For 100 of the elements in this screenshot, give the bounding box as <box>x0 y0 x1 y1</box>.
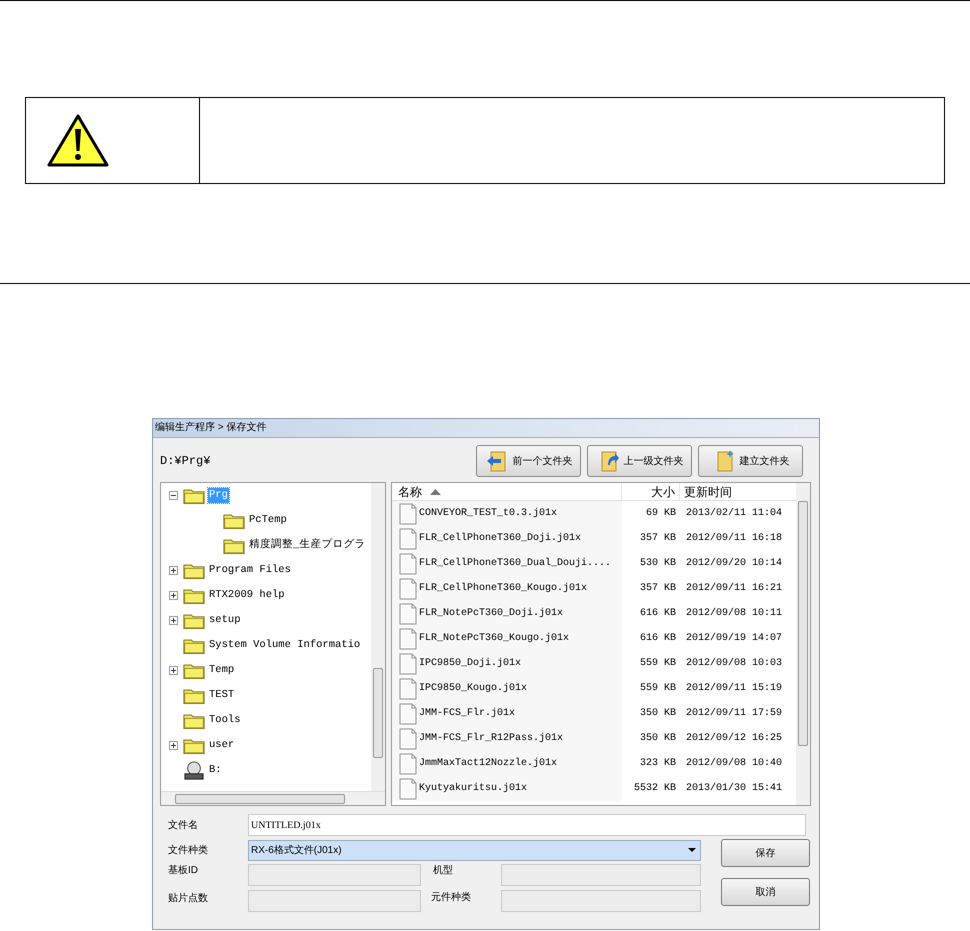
file-icon <box>399 578 417 600</box>
expand-toggle[interactable] <box>169 666 178 675</box>
vertical-scrollbar[interactable] <box>371 483 385 791</box>
file-name: JMM-FCS_Flr.j01x <box>419 706 516 721</box>
folder-icon <box>183 636 205 654</box>
file-icon <box>399 628 417 650</box>
file-name: FLR_NotePcT360_Kougo.j01x <box>419 632 570 646</box>
column-header[interactable]: 更新时间 <box>680 483 732 500</box>
column-header[interactable]: 名称 <box>392 483 622 500</box>
file-size: 5532 KB <box>632 782 677 796</box>
file-icon <box>399 652 417 674</box>
tree-item[interactable]: Temp <box>208 663 236 678</box>
component-type-field[interactable] <box>501 890 701 912</box>
save-button[interactable]: 保存 <box>721 839 810 867</box>
file-modified: 2013/02/11 11:04 <box>685 506 782 521</box>
file-modified: 2012/09/08 10:11 <box>685 606 782 621</box>
folder-icon <box>223 536 245 554</box>
vertical-scrollbar[interactable] <box>796 483 810 805</box>
folder-icon <box>223 512 245 530</box>
dropdown-arrow-icon <box>688 848 696 852</box>
file-type-dropdown[interactable]: RX-6格式文件(J01x) <box>248 840 701 860</box>
file-icon <box>399 502 417 524</box>
folder-icon <box>183 486 205 504</box>
file-name: CONVEYOR_TEST_t0.3.j01x <box>419 506 558 521</box>
field-label: 贴片点数 <box>167 892 209 906</box>
folder-icon <box>183 736 205 754</box>
file-icon <box>399 728 417 750</box>
file-modified: 2012/09/11 15:19 <box>685 682 782 696</box>
folder-icon <box>183 586 205 604</box>
file-modified: 2012/09/19 14:07 <box>685 632 782 646</box>
file-name: IPC9850_Doji.j01x <box>419 656 522 671</box>
file-size: 559 KB <box>638 657 677 671</box>
file-size: 559 KB <box>638 682 677 696</box>
tree-item[interactable]: Tools <box>208 713 242 728</box>
tree-item[interactable]: PcTemp <box>248 513 288 528</box>
file-name: FLR_CellPhoneT360_Doji.j01x <box>419 532 582 546</box>
file-name-field[interactable]: UNTITLED.j01x <box>248 814 806 836</box>
file-modified: 2012/09/11 16:21 <box>685 582 782 596</box>
sort-ascending-icon <box>430 488 441 494</box>
file-size: 350 KB <box>638 732 677 746</box>
tree-item[interactable]: 精度調整_生産プログラ <box>248 538 366 553</box>
file-name: JmmMaxTact12Nozzle.j01x <box>419 756 558 771</box>
window-title: 编辑生产程序 > 保存文件 <box>153 419 819 437</box>
cancel-button[interactable]: 取消 <box>721 878 810 906</box>
file-size: 530 KB <box>638 557 677 571</box>
expand-toggle[interactable] <box>169 566 178 575</box>
file-modified: 2013/01/30 15:41 <box>685 782 782 796</box>
field-label: 文件名 <box>167 818 199 832</box>
file-name: Kyutyakuritsu.j01x <box>419 782 528 796</box>
file-icon <box>399 778 417 800</box>
tree-item[interactable]: TEST <box>208 688 236 703</box>
tree-item[interactable]: RTX2009 help <box>208 588 286 603</box>
horizontal-scrollbar[interactable] <box>161 791 385 805</box>
file-modified: 2012/09/08 10:03 <box>685 656 782 671</box>
field-label: 文件种类 <box>167 844 209 858</box>
board-id-field[interactable] <box>248 864 421 886</box>
expand-toggle[interactable] <box>169 741 178 750</box>
file-modified: 2012/09/20 10:14 <box>685 556 782 571</box>
file-size: 616 KB <box>638 607 677 621</box>
drive-icon <box>183 760 205 780</box>
file-icon <box>399 702 417 724</box>
model-field[interactable] <box>501 864 701 886</box>
warning-icon <box>46 112 110 168</box>
file-modified: 2012/09/11 16:18 <box>685 532 782 546</box>
folder-icon <box>183 712 205 730</box>
file-modified: 2012/09/11 17:59 <box>685 706 782 721</box>
file-name: IPC9850_Kougo.j01x <box>419 682 528 696</box>
tree-item[interactable]: user <box>208 738 236 753</box>
tree-item[interactable]: Program Files <box>208 563 292 578</box>
placement-points-field[interactable] <box>248 890 421 912</box>
file-icon <box>399 528 417 550</box>
toolbar-button[interactable]: 上一级文件夹 <box>587 445 692 477</box>
folder-icon <box>183 562 205 580</box>
collapse-toggle[interactable] <box>169 491 178 500</box>
field-label: 基板ID <box>167 864 199 878</box>
toolbar-button[interactable]: 前一个文件夹 <box>476 445 581 477</box>
toolbar-button[interactable]: 建立文件夹 <box>698 445 803 477</box>
folder-left-arrow-icon <box>484 449 508 473</box>
folder-icon <box>183 612 205 630</box>
file-size: 69 KB <box>644 507 677 521</box>
column-header[interactable]: 大小 <box>622 483 680 500</box>
file-name: FLR_CellPhoneT360_Kougo.j01x <box>419 582 588 596</box>
field-label: 元件种类 <box>430 890 472 905</box>
tree-item[interactable]: B: <box>208 763 223 778</box>
folder-icon <box>183 686 205 704</box>
file-name: FLR_CellPhoneT360_Dual_Douji.... <box>419 556 612 571</box>
file-size: 616 KB <box>638 632 677 646</box>
file-icon <box>399 752 417 774</box>
expand-toggle[interactable] <box>169 616 178 625</box>
file-name: FLR_NotePcT360_Doji.j01x <box>419 606 564 621</box>
tree-item[interactable]: System Volume Informatio <box>208 638 362 653</box>
file-icon <box>399 678 417 700</box>
file-size: 357 KB <box>638 532 677 546</box>
expand-toggle[interactable] <box>169 591 178 600</box>
file-name: JMM-FCS_Flr_R12Pass.j01x <box>419 732 564 746</box>
tree-item[interactable]: setup <box>208 613 242 628</box>
file-icon <box>399 602 417 624</box>
file-modified: 2012/09/08 10:40 <box>685 756 782 771</box>
field-label: 机型 <box>432 864 454 878</box>
folder-icon <box>183 662 205 680</box>
